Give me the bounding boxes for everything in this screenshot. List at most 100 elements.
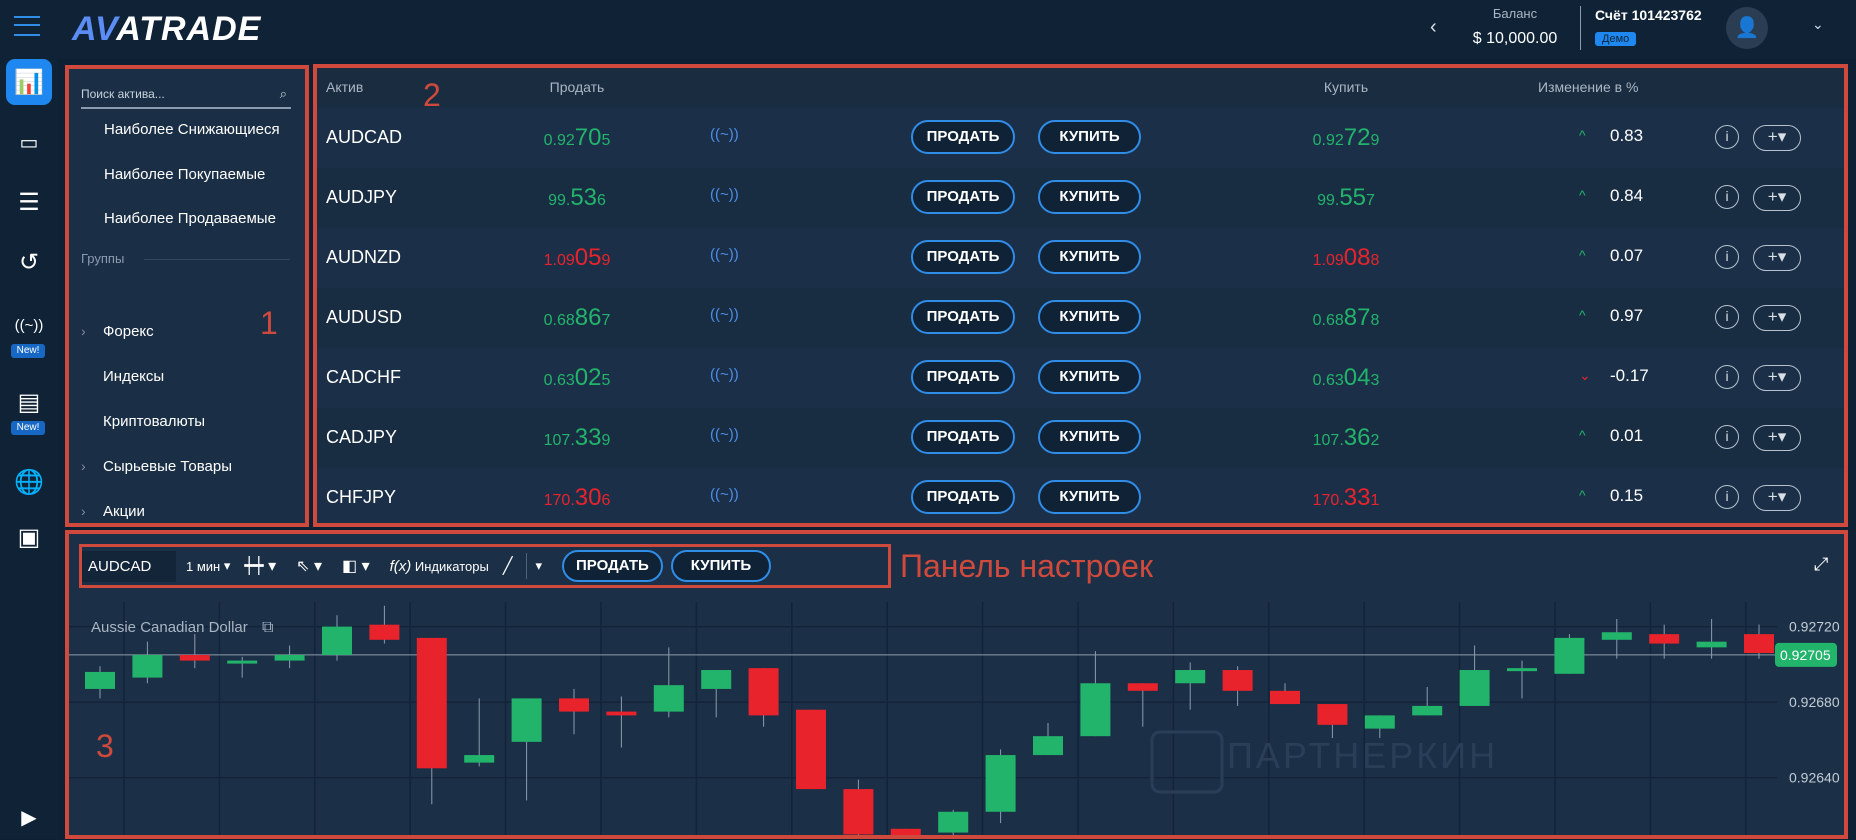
signal-icon[interactable]: ((~)) bbox=[710, 486, 739, 503]
candle-bullish bbox=[1554, 637, 1585, 674]
table-row[interactable]: AUDCAD 0.92705 ((~)) ПРОДАТЬ КУПИТЬ 0.92… bbox=[315, 108, 1845, 168]
chevron-down-icon[interactable]: ⌄ bbox=[1812, 16, 1824, 33]
sell-button[interactable]: ПРОДАТЬ bbox=[911, 300, 1015, 334]
asset-symbol[interactable]: AUDNZD bbox=[326, 247, 401, 268]
window-icon[interactable]: ▣ bbox=[6, 514, 52, 560]
table-row[interactable]: AUDJPY 99.536 ((~)) ПРОДАТЬ КУПИТЬ 99.55… bbox=[315, 168, 1845, 228]
sell-button[interactable]: ПРОДАТЬ bbox=[911, 420, 1015, 454]
chart-sell-button[interactable]: ПРОДАТЬ bbox=[561, 550, 663, 582]
buy-button[interactable]: КУПИТЬ bbox=[1038, 480, 1141, 514]
video-icon[interactable]: ▶ bbox=[6, 794, 52, 840]
indicators-label: Индикаторы bbox=[414, 558, 489, 574]
price-fraction: 9 bbox=[601, 432, 611, 449]
quick-list-most-bought[interactable]: Наиболее Покупаемые bbox=[104, 166, 265, 183]
group-label: Криптовалюты bbox=[103, 413, 206, 430]
signal-icon[interactable]: ((~)) bbox=[710, 246, 739, 263]
cursor-icon[interactable]: ⇖ ▾ bbox=[296, 556, 322, 576]
sell-button[interactable]: ПРОДАТЬ bbox=[911, 360, 1015, 394]
signal-icon[interactable]: ((~)) bbox=[710, 126, 739, 143]
info-icon[interactable]: i bbox=[1715, 125, 1739, 149]
signal-icon[interactable]: ((~)) bbox=[6, 302, 52, 348]
external-link-icon[interactable]: ⧉ bbox=[262, 619, 273, 636]
sell-button[interactable]: ПРОДАТЬ bbox=[911, 180, 1015, 214]
price-fraction: 5 bbox=[601, 132, 611, 149]
chart-title: Aussie Canadian Dollar bbox=[91, 619, 248, 636]
chart-type-icon[interactable]: ┿┿ ▾ bbox=[244, 556, 276, 576]
candle-bullish bbox=[511, 698, 542, 742]
signal-icon[interactable]: ((~)) bbox=[710, 186, 739, 203]
info-icon[interactable]: i bbox=[1715, 485, 1739, 509]
candlestick-chart[interactable]: 0.92720 0.92680 0.92640 ПАРТНЕРКИН 0.92705 Au… bbox=[67, 602, 1845, 837]
add-dropdown-icon[interactable]: +▾ bbox=[1753, 125, 1801, 151]
asset-symbol[interactable]: AUDUSD bbox=[326, 307, 402, 328]
search-icon[interactable]: ⌕ bbox=[280, 81, 287, 107]
info-icon[interactable]: i bbox=[1715, 305, 1739, 329]
table-row[interactable]: AUDUSD 0.68867 ((~)) ПРОДАТЬ КУПИТЬ 0.68… bbox=[315, 288, 1845, 348]
signal-icon[interactable]: ((~)) bbox=[710, 426, 739, 443]
sell-button[interactable]: ПРОДАТЬ bbox=[911, 120, 1015, 154]
add-dropdown-icon[interactable]: +▾ bbox=[1753, 485, 1801, 511]
buy-button[interactable]: КУПИТЬ bbox=[1038, 360, 1141, 394]
symbol-field[interactable]: AUDCAD bbox=[80, 550, 176, 582]
change-percent: 0.97 bbox=[1610, 306, 1644, 325]
watermark-logo-icon bbox=[1150, 730, 1224, 794]
y-tick-label: 0.92640 bbox=[1789, 770, 1840, 786]
info-icon[interactable]: i bbox=[1715, 365, 1739, 389]
add-dropdown-icon[interactable]: +▾ bbox=[1753, 425, 1801, 451]
draw-line-icon[interactable]: ╱ bbox=[503, 556, 513, 576]
history-icon[interactable]: ↺ bbox=[6, 239, 52, 285]
add-dropdown-icon[interactable]: +▾ bbox=[1753, 185, 1801, 211]
quick-list-top-losers[interactable]: Наиболее Снижающиеся bbox=[104, 121, 280, 138]
signal-icon[interactable]: ((~)) bbox=[710, 366, 739, 383]
briefcase-icon[interactable]: ▭ bbox=[6, 119, 52, 165]
info-icon[interactable]: i bbox=[1715, 245, 1739, 269]
table-row[interactable]: CADCHF 0.63025 ((~)) ПРОДАТЬ КУПИТЬ 0.63… bbox=[315, 348, 1845, 408]
add-dropdown-icon[interactable]: +▾ bbox=[1753, 365, 1801, 391]
candle-bullish bbox=[464, 755, 495, 763]
buy-button[interactable]: КУПИТЬ bbox=[1038, 240, 1141, 274]
draw-dropdown-icon[interactable]: ▾ bbox=[526, 553, 542, 579]
sell-price: 1.09059 bbox=[522, 244, 632, 272]
timeframe-dropdown[interactable]: 1 мин ▾ bbox=[186, 558, 230, 574]
fullscreen-icon[interactable]: ⤢ bbox=[1814, 554, 1828, 575]
news-icon[interactable]: ▤ bbox=[6, 379, 52, 425]
table-row[interactable]: CADJPY 107.339 ((~)) ПРОДАТЬ КУПИТЬ 107.… bbox=[315, 408, 1845, 468]
asset-symbol[interactable]: AUDCAD bbox=[326, 127, 402, 148]
info-icon[interactable]: i bbox=[1715, 425, 1739, 449]
asset-symbol[interactable]: CADJPY bbox=[326, 427, 397, 448]
add-dropdown-icon[interactable]: +▾ bbox=[1753, 305, 1801, 331]
price-pips: 33 bbox=[1343, 484, 1371, 511]
chevron-right-icon: › bbox=[81, 503, 86, 519]
globe-icon[interactable]: 🌐 bbox=[6, 459, 52, 505]
buy-button[interactable]: КУПИТЬ bbox=[1038, 180, 1141, 214]
annotation-label-3: 3 bbox=[96, 728, 114, 764]
chart-icon[interactable]: 📊 bbox=[6, 59, 52, 105]
buy-button[interactable]: КУПИТЬ bbox=[1038, 120, 1141, 154]
sell-button[interactable]: ПРОДАТЬ bbox=[911, 240, 1015, 274]
function-icon: f(x) bbox=[389, 557, 412, 575]
add-dropdown-icon[interactable]: +▾ bbox=[1753, 245, 1801, 271]
user-avatar-icon[interactable]: 👤 bbox=[1726, 7, 1768, 49]
table-row[interactable]: CHFJPY 170.306 ((~)) ПРОДАТЬ КУПИТЬ 170.… bbox=[315, 468, 1845, 524]
chart-buy-button[interactable]: КУПИТЬ bbox=[670, 550, 772, 582]
buy-button[interactable]: КУПИТЬ bbox=[1038, 420, 1141, 454]
buy-price: 0.63043 bbox=[1291, 364, 1401, 392]
info-icon[interactable]: i bbox=[1715, 185, 1739, 209]
group-label: Акции bbox=[103, 503, 145, 520]
asset-symbol[interactable]: CADCHF bbox=[326, 367, 401, 388]
collapse-chevron-icon[interactable]: ‹ bbox=[1430, 16, 1437, 39]
asset-search-input[interactable]: Поиск актива... ⌕ bbox=[81, 81, 291, 109]
menu-icon[interactable] bbox=[14, 16, 40, 36]
indicators-button[interactable]: f(x) Индикаторы bbox=[390, 558, 489, 575]
asset-symbol[interactable]: CHFJPY bbox=[326, 487, 396, 508]
layout-icon[interactable]: ◧ ▾ bbox=[342, 556, 370, 576]
sell-button[interactable]: ПРОДАТЬ bbox=[911, 480, 1015, 514]
quick-list-most-sold[interactable]: Наиболее Продаваемые bbox=[104, 210, 276, 227]
list-icon[interactable]: ☰ bbox=[6, 179, 52, 225]
table-row[interactable]: AUDNZD 1.09059 ((~)) ПРОДАТЬ КУПИТЬ 1.09… bbox=[315, 228, 1845, 288]
asset-symbol[interactable]: AUDJPY bbox=[326, 187, 397, 208]
candle-bearish bbox=[369, 624, 400, 640]
candle-bullish bbox=[938, 811, 969, 833]
signal-icon[interactable]: ((~)) bbox=[710, 306, 739, 323]
buy-button[interactable]: КУПИТЬ bbox=[1038, 300, 1141, 334]
